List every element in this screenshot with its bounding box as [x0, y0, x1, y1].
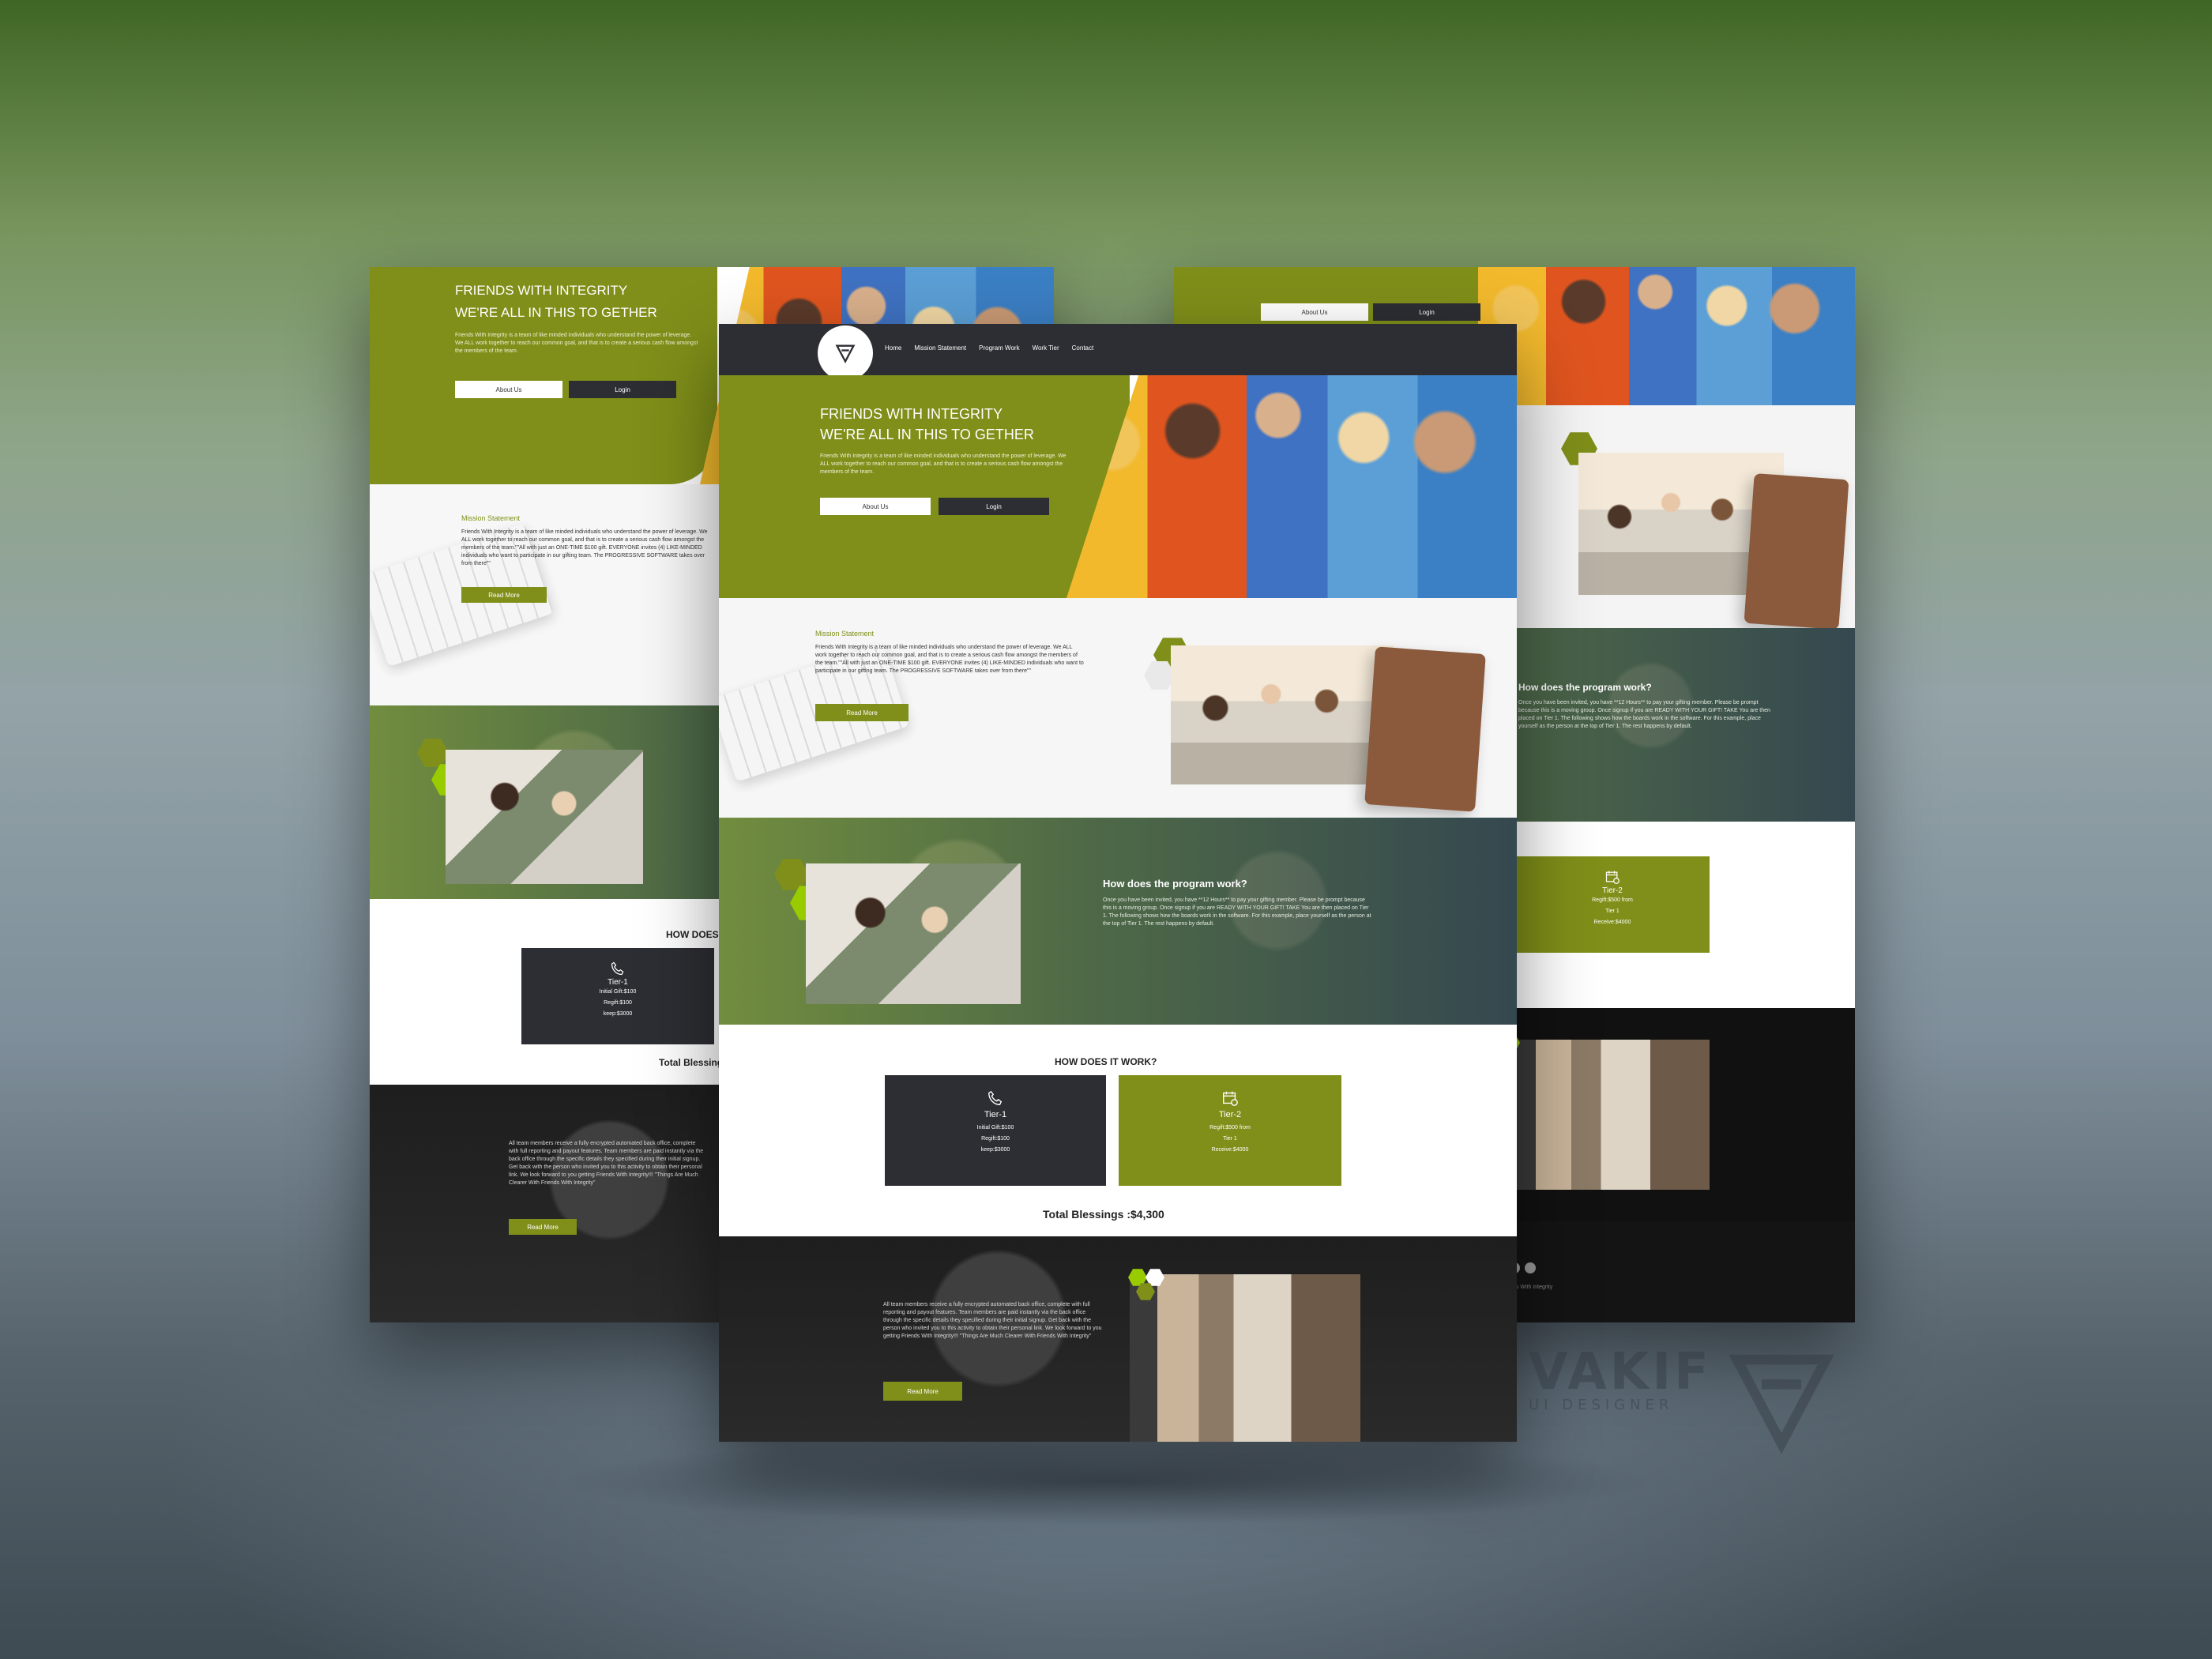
mockup-center: Home Mission Statement Program Work Work… — [719, 324, 1517, 1442]
about-us-button[interactable]: About Us — [455, 381, 562, 398]
nav-home[interactable]: Home — [885, 344, 901, 352]
tier1-title: Tier-1 — [984, 1110, 1007, 1119]
notebook-image — [1364, 646, 1486, 812]
designer-watermark: VAKIF UI DESIGNER — [1529, 1343, 1712, 1413]
floor-shadow — [553, 1438, 1659, 1525]
team-body: All team members receive a fully encrypt… — [509, 1141, 704, 1186]
login-button[interactable]: Login — [569, 381, 676, 398]
hero-body: Friends With Integrity is a team of like… — [455, 333, 698, 354]
tier1-lines: Initial Gift:$100 Regift:$100 keep:$3000 — [976, 1125, 1014, 1153]
program-photo — [446, 750, 643, 884]
mission-body: Friends With Integrity is a team of like… — [815, 645, 1084, 674]
program-body: Once you have been invited, you have **1… — [1103, 897, 1371, 927]
login-button[interactable]: Login — [1373, 303, 1480, 321]
team-read-more-button[interactable]: Read More — [509, 1219, 577, 1235]
team-read-more-button[interactable]: Read More — [883, 1382, 962, 1401]
tier1-title: Tier-1 — [608, 978, 628, 987]
total-blessings: Total Blessings :$4,300 — [1043, 1208, 1164, 1221]
mission-heading: Mission Statement — [815, 630, 875, 638]
mission-photo — [1171, 645, 1394, 784]
phone-gift-icon — [987, 1089, 1004, 1107]
globe-icon[interactable] — [1525, 1262, 1536, 1273]
hex-decoration — [417, 739, 449, 767]
watermark-logo-icon — [1722, 1340, 1841, 1458]
phone-gift-icon — [610, 961, 626, 976]
watermark-name: VAKIF — [1529, 1343, 1712, 1401]
tier2-title: Tier-2 — [1218, 1110, 1242, 1119]
hero-section: FRIENDS WITH INTEGRITY WE'RE ALL IN THIS … — [719, 375, 1517, 598]
tiers-section: HOW DOES IT WORK? Tier-1 Initial Gift:$1… — [719, 1025, 1517, 1236]
team-photo — [1130, 1274, 1360, 1442]
program-body: Once you have been invited, you have **1… — [1518, 700, 1770, 729]
tier1-lines: Initial Gift:$100 Regift:$100 keep:$3000 — [599, 989, 637, 1017]
tier1-card: Tier-1 Initial Gift:$100 Regift:$100 keep:… — [885, 1075, 1106, 1186]
hero-title: FRIENDS WITH INTEGRITY WE'RE ALL IN THIS … — [455, 283, 657, 320]
hero-body: Friends With Integrity is a team of like… — [820, 453, 1066, 475]
mission-body: Friends With Integrity is a team of like… — [461, 529, 708, 566]
hero-title: FRIENDS WITH INTEGRITY WE'RE ALL IN THIS … — [820, 406, 1034, 442]
tiers-heading: HOW DOES IT WORK? — [1055, 1056, 1157, 1067]
about-us-button[interactable]: About Us — [820, 498, 931, 515]
tier2-lines: Regift:$500 from Tier 1 Receive:$4000 — [1209, 1125, 1251, 1153]
program-photo — [806, 863, 1021, 1004]
notebook-image — [1744, 473, 1849, 630]
mission-read-more-button[interactable]: Read More — [815, 704, 908, 721]
nav-contact[interactable]: Contact — [1072, 344, 1094, 352]
mission-section: Mission Statement Friends With Integrity… — [719, 598, 1517, 818]
tier2-card: Tier-2 Regift:$500 from Tier 1 Receive:$40… — [1515, 856, 1710, 953]
logo[interactable] — [818, 325, 873, 381]
tier2-title: Tier-2 — [1602, 886, 1623, 895]
program-section: How does the program work? Once you have… — [719, 818, 1517, 1025]
tier2-lines: Regift:$500 from Tier 1 Receive:$4000 — [1592, 897, 1633, 925]
triangle-logo-icon — [834, 342, 856, 364]
mission-heading: Mission Statement — [461, 514, 521, 522]
program-heading: How does the program work? — [1103, 878, 1247, 890]
login-button[interactable]: Login — [939, 498, 1049, 515]
nav-mission-statement[interactable]: Mission Statement — [914, 344, 966, 352]
hero-team-photo — [1066, 375, 1517, 598]
calendar-plus-icon — [1604, 869, 1620, 885]
calendar-plus-icon — [1221, 1089, 1239, 1107]
team-section: All team members receive a fully encrypt… — [719, 1236, 1517, 1442]
nav-work-tier[interactable]: Work Tier — [1033, 344, 1059, 352]
team-photo — [1512, 1040, 1710, 1190]
mission-read-more-button[interactable]: Read More — [461, 587, 547, 603]
tier2-card: Tier-2 Regift:$500 from Tier 1 Receive:$40… — [1119, 1075, 1341, 1186]
nav-menu: Home Mission Statement Program Work Work… — [885, 344, 1093, 352]
top-navbar: Home Mission Statement Program Work Work… — [719, 324, 1517, 381]
team-body: All team members receive a fully encrypt… — [883, 1302, 1102, 1339]
program-heading: How does the program work? — [1518, 682, 1652, 693]
nav-program-work[interactable]: Program Work — [979, 344, 1019, 352]
hero-team-photo — [1478, 267, 1855, 405]
tier1-card: Tier-1 Initial Gift:$100 Regift:$100 keep:… — [521, 948, 714, 1044]
about-us-button[interactable]: About Us — [1261, 303, 1368, 321]
